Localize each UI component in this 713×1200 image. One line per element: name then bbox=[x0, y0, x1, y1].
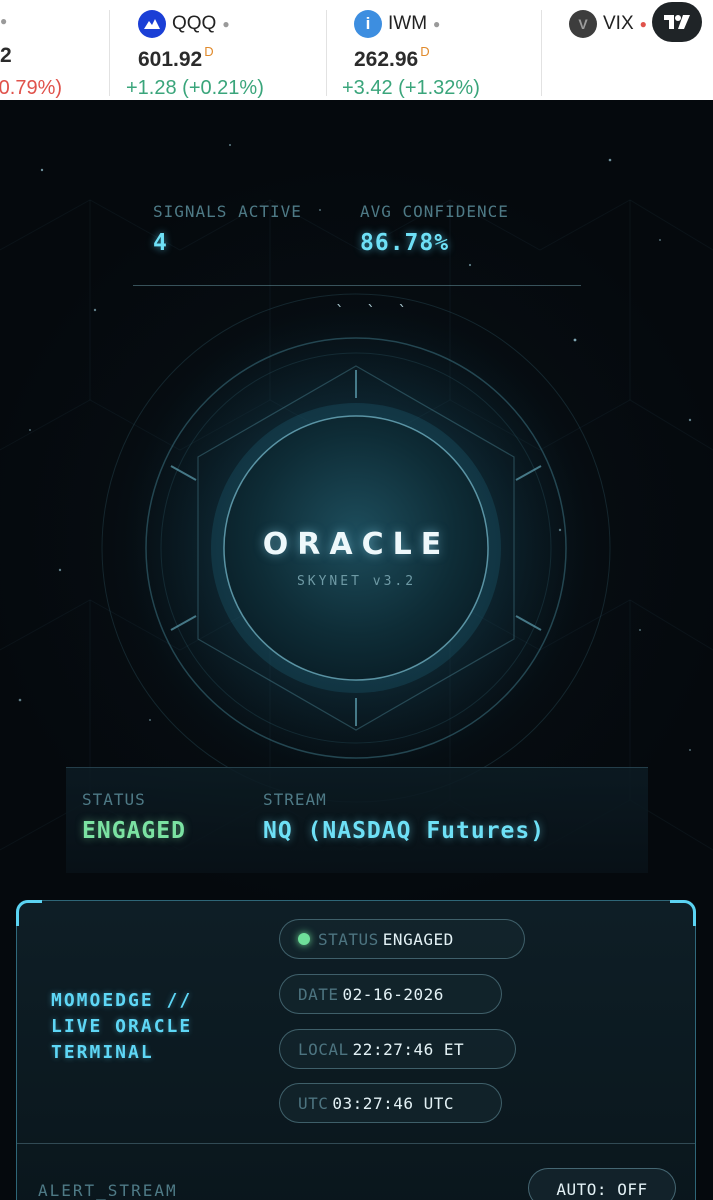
oracle-title: ORACLE bbox=[262, 527, 451, 562]
ticker-item-vix[interactable]: V VIX ● bbox=[541, 0, 651, 100]
signals-active-label: SIGNALS ACTIVE bbox=[153, 202, 302, 221]
pill-key: STATUS bbox=[318, 929, 379, 949]
oracle-subtitle: SKYNET v3.2 bbox=[296, 574, 417, 589]
terminal-title: MOMOEDGE // LIVE ORACLE TERMINAL bbox=[51, 990, 193, 1063]
stream-value: NQ (NASDAQ Futures) bbox=[263, 818, 546, 844]
terminal-divider bbox=[17, 1143, 695, 1144]
ticker-dot-icon: ● bbox=[222, 17, 230, 31]
signals-divider bbox=[133, 285, 581, 286]
ticker-price: 2 bbox=[0, 44, 12, 67]
ticker-dot-icon: ● bbox=[433, 17, 441, 31]
corner-bracket bbox=[16, 900, 42, 926]
ticker-dot-icon: ● bbox=[639, 17, 647, 31]
stream-label: STREAM bbox=[263, 790, 327, 809]
ticker-symbol: QQQ bbox=[172, 13, 217, 34]
ticker-change: +1.28 (+0.21%) bbox=[126, 77, 264, 99]
status-label: STATUS bbox=[82, 790, 146, 809]
pill-key: DATE bbox=[298, 984, 339, 1004]
ticker-symbol: VIX bbox=[603, 13, 634, 34]
ticker-item-partial[interactable]: ● 2 -0.79%) bbox=[0, 0, 110, 100]
ticker-dot-icon: ● bbox=[0, 14, 8, 28]
status-led-icon bbox=[298, 933, 310, 945]
utc-time-pill: UTC 03:27:46 UTC bbox=[279, 1083, 502, 1123]
avg-confidence-label: AVG CONFIDENCE bbox=[360, 202, 509, 221]
pill-value: ENGAGED bbox=[382, 929, 454, 949]
pill-value: 03:27:46 UTC bbox=[332, 1093, 454, 1113]
ticker-price: 601.92 D bbox=[138, 44, 214, 71]
ticker-change: +3.42 (+1.32%) bbox=[342, 77, 480, 99]
tradingview-icon[interactable] bbox=[652, 2, 702, 42]
vix-logo-icon: V bbox=[569, 10, 597, 38]
local-time-pill: LOCAL 22:27:46 ET bbox=[279, 1029, 516, 1069]
date-pill: DATE 02-16-2026 bbox=[279, 974, 502, 1014]
pill-value: 02-16-2026 bbox=[342, 984, 444, 1004]
ticker-change: -0.79%) bbox=[0, 77, 63, 99]
pill-key: UTC bbox=[298, 1093, 329, 1113]
ticker-item-qqq[interactable]: QQQ ● 601.92 D +1.28 (+0.21%) bbox=[110, 0, 326, 100]
auto-toggle-button[interactable]: AUTO: OFF bbox=[528, 1168, 676, 1200]
status-pill: STATUS ENGAGED bbox=[279, 919, 525, 959]
ticker-bar: ● 2 -0.79%) QQQ ● 601.92D +1.28 (+0.21%)… bbox=[0, 0, 713, 100]
corner-bracket bbox=[670, 900, 696, 926]
avg-confidence-value: 86.78% bbox=[360, 230, 450, 256]
pill-value: 22:27:46 ET bbox=[352, 1039, 465, 1059]
mountain-icon bbox=[138, 10, 166, 38]
info-icon: i bbox=[354, 10, 382, 38]
ticker-price: 262.96 D bbox=[354, 44, 430, 71]
status-value: ENGAGED bbox=[82, 818, 186, 844]
pill-key: LOCAL bbox=[298, 1039, 349, 1059]
ticker-item-iwm[interactable]: i IWM ● 262.96 D +3.42 (+1.32%) bbox=[326, 0, 541, 100]
signals-active-value: 4 bbox=[153, 230, 168, 256]
alert-stream-label: ALERT_STREAM bbox=[38, 1181, 178, 1200]
ticker-symbol: IWM bbox=[388, 13, 428, 34]
